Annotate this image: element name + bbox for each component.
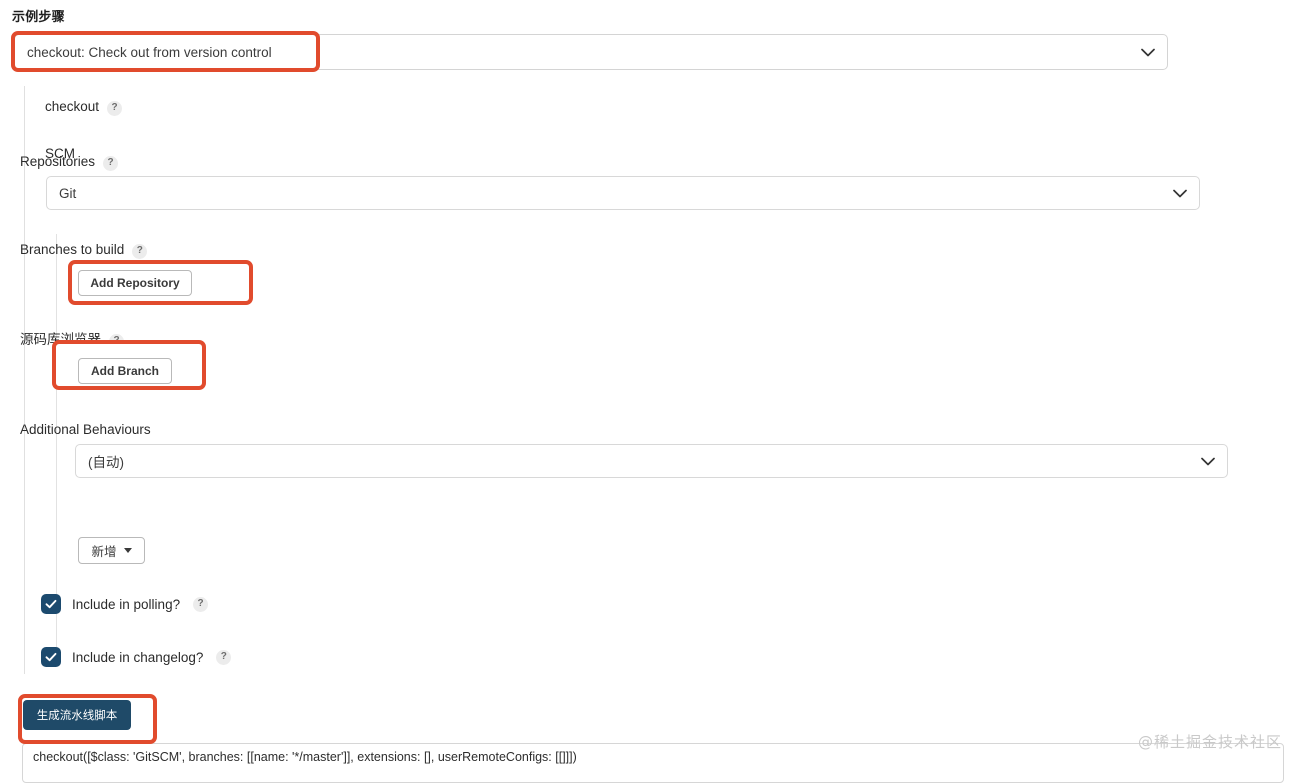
include-in-changelog-label: Include in changelog? [72,649,204,665]
pipeline-syntax-generator-page: 示例步骤 checkout: Check out from version co… [0,0,1304,783]
add-behaviour-label: 新增 [91,545,117,559]
chevron-down-icon [1141,48,1155,57]
help-icon[interactable]: ? [109,333,124,349]
help-icon[interactable]: ? [103,155,119,171]
repository-browser-label-text: 源码库浏览器 [20,332,101,347]
step-selector-value: checkout: Check out from version control [27,44,272,60]
checkbox-checked-icon[interactable] [41,647,61,667]
scm-nested-panel [56,234,1271,652]
repository-browser-value: (自动) [88,455,124,470]
repositories-label-text: Repositories [20,154,96,169]
repository-browser-select[interactable]: (自动) [75,444,1228,478]
step-config-panel: checkout? SCM Git [24,86,1284,674]
help-icon[interactable]: ? [132,243,148,259]
include-in-changelog-row[interactable]: Include in changelog? ? [41,647,232,667]
help-icon[interactable]: ? [193,596,209,612]
chevron-down-icon [1173,189,1187,198]
repository-browser-label: 源码库浏览器? [20,328,124,349]
help-icon[interactable]: ? [216,649,232,665]
add-branch-button[interactable]: Add Branch [78,358,172,384]
step-name-label: checkout? [45,99,123,116]
repositories-label: Repositories? [20,154,119,171]
include-in-polling-row[interactable]: Include in polling? ? [41,594,209,614]
generated-script-output[interactable]: checkout([$class: 'GitSCM', branches: [[… [22,743,1284,783]
page-title: 示例步骤 [12,9,65,24]
additional-behaviours-label: Additional Behaviours [20,422,151,437]
scm-select[interactable]: Git [46,176,1200,210]
generate-pipeline-script-button[interactable]: 生成流水线脚本 [23,700,131,730]
step-selector-dropdown[interactable]: checkout: Check out from version control [14,34,1168,70]
help-icon[interactable]: ? [107,100,123,116]
watermark: @稀土掘金技术社区 [1137,733,1282,751]
include-in-polling-label: Include in polling? [72,596,181,612]
branches-to-build-label-text: Branches to build [20,242,125,257]
scm-select-value: Git [59,185,77,201]
branches-to-build-label: Branches to build? [20,242,148,259]
chevron-down-icon [1201,457,1215,466]
caret-down-icon [123,548,132,553]
add-behaviour-button[interactable]: 新增 [78,537,145,564]
step-name-text: checkout [45,99,100,114]
add-repository-button[interactable]: Add Repository [78,270,192,296]
checkbox-checked-icon[interactable] [41,594,61,614]
